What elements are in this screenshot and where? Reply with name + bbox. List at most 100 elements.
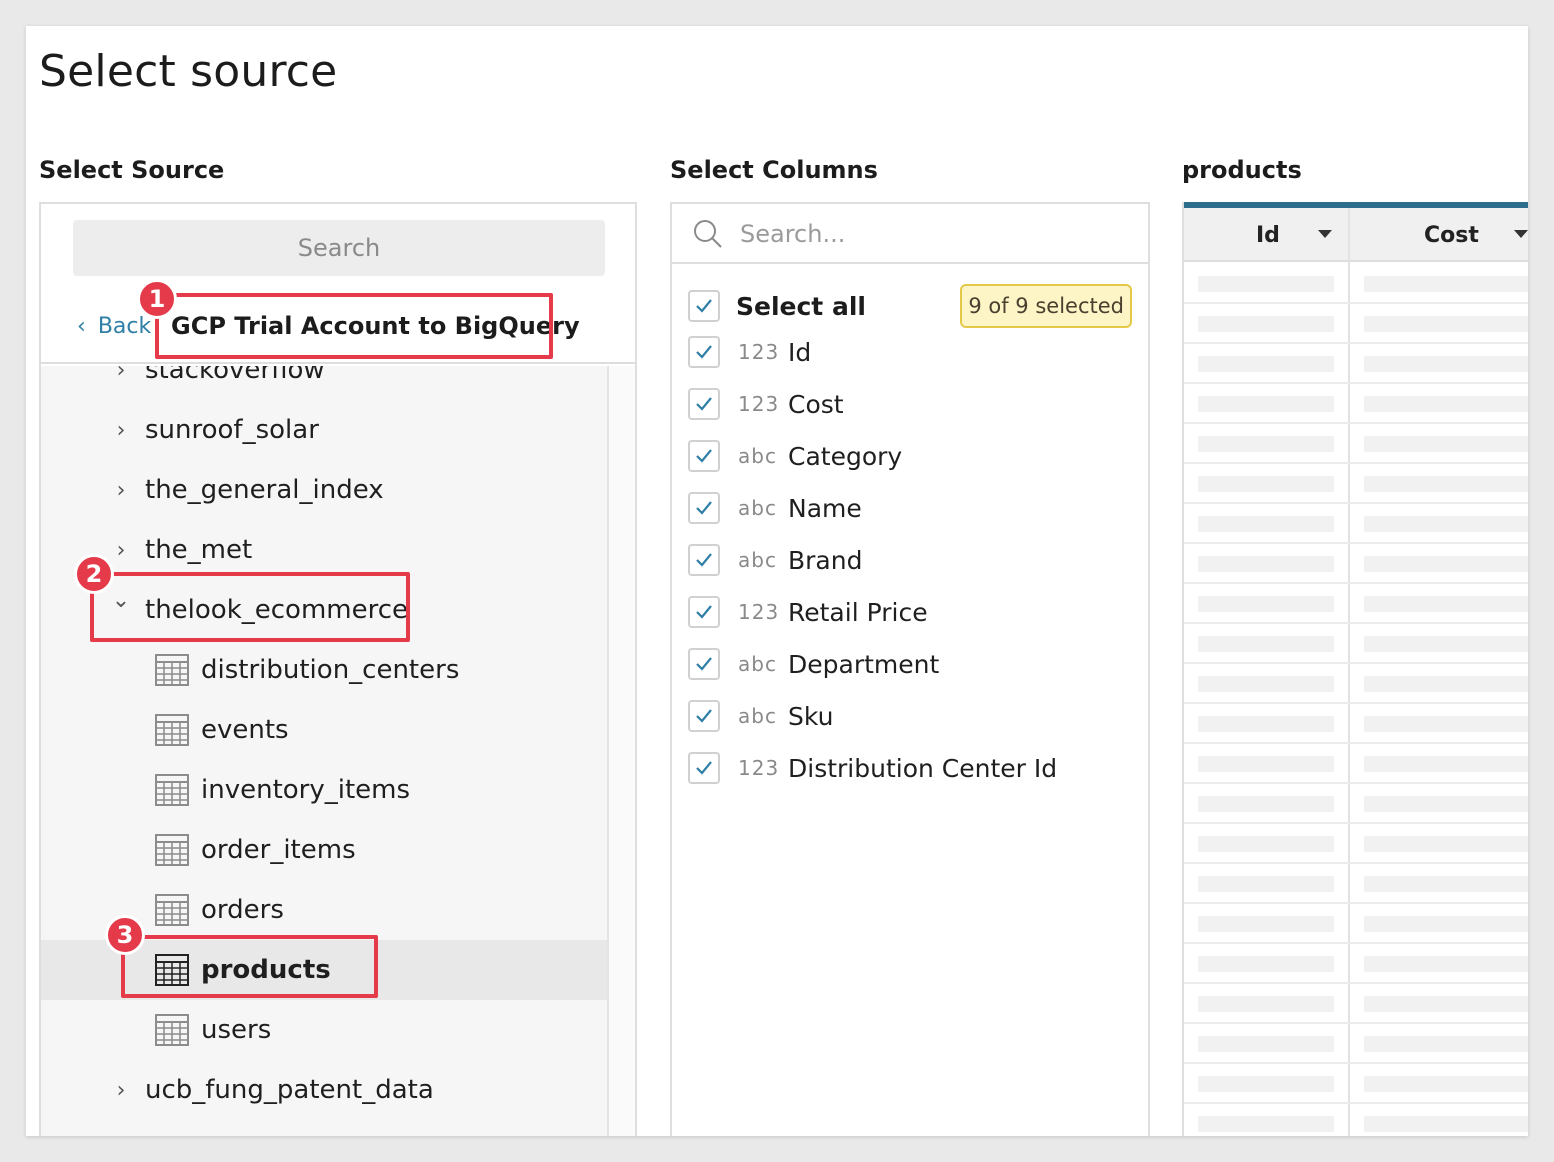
loading-placeholder: [1364, 876, 1528, 892]
preview-loading-row: [1184, 744, 1528, 784]
column-type-tag: 123: [738, 392, 780, 416]
checkmark-icon: [696, 345, 712, 359]
tree-dataset-item[interactable]: › ucb_fung_patent_data: [41, 1060, 607, 1120]
loading-placeholder: [1364, 276, 1528, 292]
tree-item-label: users: [201, 1015, 272, 1045]
preview-header-row: Id Cost: [1184, 208, 1528, 262]
page-title: Select source: [39, 46, 338, 97]
loading-placeholder: [1198, 916, 1334, 932]
select-all-checkbox[interactable]: [688, 290, 720, 322]
loading-placeholder: [1198, 556, 1334, 572]
loading-placeholder: [1198, 516, 1334, 532]
column-row[interactable]: abc Category: [672, 430, 1148, 482]
column-search-field[interactable]: Search...: [672, 204, 1148, 264]
loading-placeholder: [1198, 956, 1334, 972]
back-button[interactable]: ‹ Back: [77, 314, 151, 339]
column-name: Name: [788, 493, 862, 523]
column-checkbox[interactable]: [688, 336, 720, 368]
checkmark-icon: [696, 449, 712, 463]
column-name: Brand: [788, 545, 863, 575]
loading-placeholder: [1198, 316, 1334, 332]
loading-placeholder: [1364, 556, 1528, 572]
checkmark-icon: [696, 501, 712, 515]
source-search-input[interactable]: Search: [73, 220, 605, 276]
tree-item-label: distribution_centers: [201, 655, 460, 685]
loading-placeholder: [1198, 1076, 1334, 1092]
annotation-badge-3: 3: [105, 915, 145, 955]
preview-loading-row: [1184, 704, 1528, 744]
loading-placeholder: [1364, 396, 1528, 412]
tree-dataset-item[interactable]: › the_met: [41, 520, 607, 580]
column-checkbox[interactable]: [688, 492, 720, 524]
loading-placeholder: [1364, 596, 1528, 612]
preview-heading: products: [1182, 156, 1302, 184]
tree-table-item[interactable]: inventory_items: [41, 760, 607, 820]
tree-dataset-item[interactable]: › the_general_index: [41, 460, 607, 520]
column-checkbox[interactable]: [688, 388, 720, 420]
checkmark-icon: [696, 553, 712, 567]
preview-header-cost[interactable]: Cost: [1424, 208, 1479, 262]
preview-loading-row: [1184, 984, 1528, 1024]
tree-table-item[interactable]: users: [41, 1000, 607, 1060]
column-selector: Search... Select all 9 of 9 selected 123 Id…: [670, 202, 1150, 1136]
loading-placeholder: [1198, 356, 1334, 372]
tree-dataset-item[interactable]: › stackoverflow: [41, 366, 607, 400]
caret-down-icon[interactable]: [1318, 230, 1332, 238]
preview-loading-row: [1184, 344, 1528, 384]
column-checkbox[interactable]: [688, 648, 720, 680]
search-icon: [694, 220, 722, 248]
select-source-heading: Select Source: [39, 156, 225, 184]
table-icon: [155, 654, 189, 686]
preview-header-id[interactable]: Id: [1256, 208, 1280, 262]
column-search-placeholder: Search...: [740, 220, 846, 248]
column-row[interactable]: abc Sku: [672, 690, 1148, 742]
loading-placeholder: [1364, 716, 1528, 732]
chevron-right-icon[interactable]: ›: [111, 478, 131, 503]
column-row[interactable]: abc Department: [672, 638, 1148, 690]
chevron-right-icon[interactable]: ›: [111, 366, 131, 383]
selection-count-badge: 9 of 9 selected: [960, 284, 1132, 328]
tree-table-item[interactable]: distribution_centers: [41, 640, 607, 700]
loading-placeholder: [1364, 836, 1528, 852]
column-row[interactable]: abc Brand: [672, 534, 1148, 586]
loading-placeholder: [1198, 396, 1334, 412]
column-row[interactable]: 123 Cost: [672, 378, 1148, 430]
tree-item-label: the_general_index: [145, 475, 384, 505]
tree-item-label: the_met: [145, 535, 253, 565]
tree-dataset-item[interactable]: ⌄ thelook_ecommerce: [41, 580, 607, 640]
loading-placeholder: [1364, 916, 1528, 932]
column-name: Cost: [788, 389, 844, 419]
column-type-tag: abc: [738, 652, 777, 676]
column-checkbox[interactable]: [688, 752, 720, 784]
column-type-tag: abc: [738, 496, 777, 520]
column-type-tag: abc: [738, 444, 777, 468]
tree-scrollbar[interactable]: [607, 366, 635, 1136]
chevron-down-icon[interactable]: ⌄: [111, 588, 131, 613]
chevron-right-icon[interactable]: ›: [111, 1078, 131, 1103]
column-checkbox[interactable]: [688, 596, 720, 628]
preview-loading-row: [1184, 944, 1528, 984]
loading-placeholder: [1364, 1076, 1528, 1092]
loading-placeholder: [1198, 996, 1334, 1012]
loading-placeholder: [1364, 676, 1528, 692]
column-row[interactable]: 123 Retail Price: [672, 586, 1148, 638]
tree-item-label: order_items: [201, 835, 356, 865]
column-row[interactable]: 123 Id: [672, 326, 1148, 378]
column-row[interactable]: abc Name: [672, 482, 1148, 534]
loading-placeholder: [1198, 876, 1334, 892]
checkmark-icon: [696, 605, 712, 619]
chevron-right-icon[interactable]: ›: [111, 538, 131, 563]
column-checkbox[interactable]: [688, 544, 720, 576]
tree-table-item[interactable]: order_items: [41, 820, 607, 880]
caret-down-icon[interactable]: [1514, 230, 1528, 238]
column-checkbox[interactable]: [688, 440, 720, 472]
column-row[interactable]: 123 Distribution Center Id: [672, 742, 1148, 794]
chevron-right-icon[interactable]: ›: [111, 418, 131, 443]
column-checkbox[interactable]: [688, 700, 720, 732]
tree-dataset-item[interactable]: › sunroof_solar: [41, 400, 607, 460]
back-label: Back: [97, 314, 152, 339]
loading-placeholder: [1364, 436, 1528, 452]
loading-placeholder: [1198, 276, 1334, 292]
loading-placeholder: [1364, 796, 1528, 812]
tree-table-item[interactable]: events: [41, 700, 607, 760]
